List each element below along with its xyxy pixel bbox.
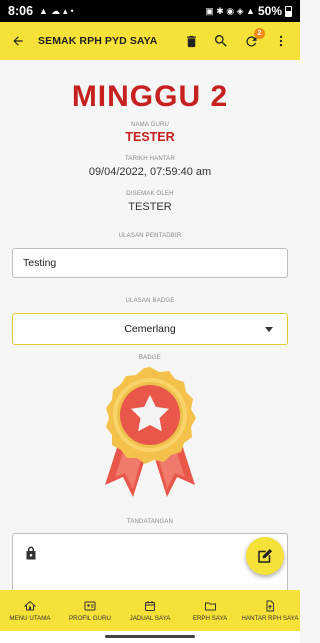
status-bar: 8:06 ▲☁▴• ▣ ✱ ◉ ◈ ▲ 50% xyxy=(0,0,300,22)
admin-review-label: ULASAN PENTADBIR xyxy=(118,233,182,239)
notification-count-badge: 2 xyxy=(254,28,265,39)
status-notification-icons: ▲☁▴• xyxy=(39,5,77,16)
admin-review-value: Testing xyxy=(23,257,57,269)
checked-by-label: DISEMAK OLEH xyxy=(126,191,174,197)
badge-review-value: Cemerlang xyxy=(124,323,176,335)
badge-review-select[interactable]: Cemerlang xyxy=(12,313,288,345)
home-indicator[interactable] xyxy=(105,635,195,638)
nav-hantar-rph-saya[interactable]: HANTAR RPH SAYA xyxy=(240,590,300,631)
more-vertical-icon xyxy=(279,35,283,47)
dropdown-caret-icon xyxy=(265,327,273,332)
sent-date-label: TARIKH HANTAR xyxy=(124,156,176,162)
status-time: 8:06 xyxy=(8,4,34,18)
bottom-navigation: MENU UTAMA PROFIL GURU JADUAL SAYA ERPH … xyxy=(0,590,300,631)
nav-label: MENU UTAMA xyxy=(9,614,51,622)
status-system-icons: ▣ ✱ ◉ ◈ ▲ xyxy=(205,5,255,16)
week-title: MINGGU 2 xyxy=(71,80,229,113)
edit-icon xyxy=(258,548,273,563)
nav-label: PROFIL GURU xyxy=(68,614,112,622)
nav-profil-guru[interactable]: PROFIL GURU xyxy=(60,590,120,631)
search-button[interactable] xyxy=(210,30,232,52)
lock-icon xyxy=(26,546,36,560)
nav-label: HANTAR RPH SAYA xyxy=(241,614,299,622)
calendar-icon xyxy=(145,600,155,611)
badge-label: BADGE xyxy=(138,355,161,361)
upload-file-icon xyxy=(266,600,274,611)
more-options-button[interactable] xyxy=(270,30,292,52)
battery-icon xyxy=(285,5,292,17)
badge-review-label: ULASAN BADGE xyxy=(125,298,175,304)
folder-icon xyxy=(204,602,216,610)
admin-review-field[interactable]: Testing xyxy=(12,248,288,278)
trash-icon xyxy=(186,35,196,47)
main-content: MINGGU 2 NAMA GURU TESTER TARIKH HANTAR … xyxy=(0,60,300,590)
home-icon xyxy=(24,600,36,610)
signature-label: TANDATANGAN xyxy=(126,519,174,525)
search-icon xyxy=(214,35,227,47)
award-badge-icon xyxy=(105,367,196,497)
teacher-name: TESTER xyxy=(125,130,175,144)
nav-label: JADUAL SAYA xyxy=(129,614,171,622)
gesture-bar xyxy=(0,631,300,643)
back-button[interactable] xyxy=(8,31,28,51)
nav-jadual-saya[interactable]: JADUAL SAYA xyxy=(120,590,180,631)
nav-label: ERPH SAYA xyxy=(192,614,228,622)
app-bar: SEMAK RPH PYD SAYA 2 xyxy=(0,22,300,60)
page-title: SEMAK RPH PYD SAYA xyxy=(38,35,158,47)
battery-percent: 50% xyxy=(257,4,282,18)
refresh-button[interactable]: 2 xyxy=(240,28,265,52)
teacher-name-label: NAMA GURU xyxy=(130,122,170,128)
sent-date: 09/04/2022, 07:59:40 am xyxy=(88,166,212,178)
delete-button[interactable] xyxy=(180,30,202,52)
status-right-icons: ▣ ✱ ◉ ◈ ▲ 50% xyxy=(205,4,292,18)
arrow-left-icon xyxy=(13,36,23,46)
nav-erph-saya[interactable]: ERPH SAYA xyxy=(180,590,240,631)
edit-fab-button[interactable] xyxy=(246,537,284,575)
checked-by: TESTER xyxy=(128,201,172,213)
nav-menu-utama[interactable]: MENU UTAMA xyxy=(0,590,60,631)
id-card-icon xyxy=(84,601,96,610)
